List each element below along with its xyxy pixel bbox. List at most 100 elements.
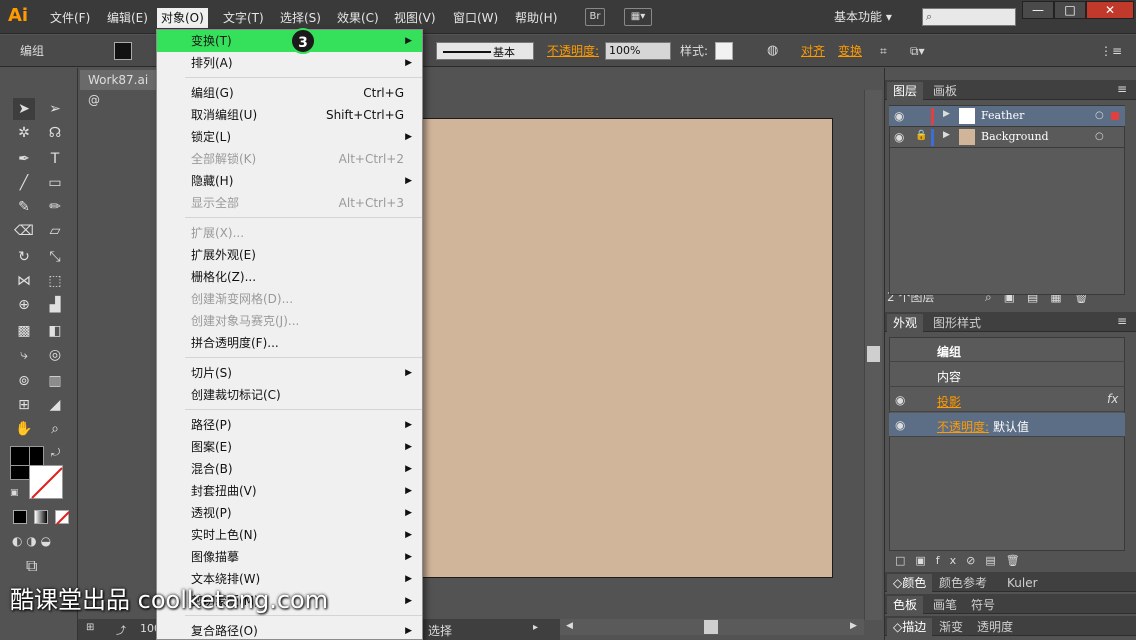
hand-tool-icon[interactable]: ✋ [13,418,35,440]
menu-item[interactable]: 创建渐变网格(D)... [157,288,422,310]
share-icon[interactable]: ⤴ [116,622,126,637]
menu-item[interactable]: 实时上色(N) ▶ [157,524,422,546]
swap-colors-icon[interactable]: ⤾ [51,446,60,460]
tab-appearance[interactable]: 外观 [887,314,924,332]
vertical-scrollbar[interactable] [864,90,882,620]
tab-transparency[interactable]: 透明度 [971,618,1019,636]
layer-row[interactable]: ◉ 🔒 ▶ Background ○ [889,127,1125,148]
layer-name[interactable]: Feather [981,109,1024,122]
mesh-tool-icon[interactable]: ▩ [13,320,35,342]
style-swatch[interactable] [715,42,733,60]
menu-item[interactable]: 拼合透明度(F)... [157,332,422,354]
vertical-scroll-thumb[interactable] [867,346,880,362]
workspace-switcher[interactable]: 基本功能 ▾ [834,8,892,26]
menu-item[interactable]: 复合路径(O) ▶ [157,620,422,639]
close-button[interactable]: ✕ [1086,1,1134,19]
eye-icon[interactable]: ◉ [894,109,904,123]
eye-icon[interactable]: ◉ [895,393,905,407]
arrange-documents-icon[interactable]: ▦▾ [624,8,652,26]
menu-item[interactable]: 编组(G) Ctrl+G [157,82,422,104]
menu-item[interactable]: 隐藏(H) ▶ [157,170,422,192]
tab-layers[interactable]: 图层 [887,82,924,100]
transform-link[interactable]: 变换 [838,43,862,59]
target-icon[interactable]: ○ [1095,110,1104,121]
menu-edit[interactable]: 编辑(E) [103,8,152,28]
zoom-tool-icon[interactable]: ⌕ [44,418,66,440]
shape-builder-tool-icon[interactable]: ⊕ [13,294,35,316]
draw-modes-icon[interactable]: ◐ ◑ ◒ [12,534,51,548]
menu-item[interactable]: 封套扭曲(V) ▶ [157,480,422,502]
horizontal-scrollbar[interactable]: ◀ ▶ [560,619,864,635]
menu-view[interactable]: 视图(V) [390,8,440,28]
width-tool-icon[interactable]: ⋈ [13,270,35,292]
menu-item[interactable]: 混合(B) ▶ [157,458,422,480]
paintbrush-tool-icon[interactable]: ✎ [13,196,35,218]
bridge-button[interactable]: Br [585,8,605,26]
tab-artboards[interactable]: 画板 [927,82,963,100]
pencil-tool-icon[interactable]: ✏ [44,196,66,218]
menu-help[interactable]: 帮助(H) [511,8,561,28]
menu-item[interactable]: 取消编组(U) Shift+Ctrl+G [157,104,422,126]
selection-tool-icon[interactable]: ➤ [13,98,35,120]
document-tab[interactable]: Work87.ai @ [80,70,160,107]
stroke-profile-dropdown[interactable]: 基本 [436,42,534,60]
menu-effect[interactable]: 效果(C) [333,8,383,28]
magic-wand-tool-icon[interactable]: ✲ [13,122,35,144]
screen-mode-icon[interactable]: ⧉ [26,556,37,576]
eyedropper-tool-icon[interactable]: ⤷ [13,344,35,366]
tab-color-guide[interactable]: 颜色参考 [933,574,993,592]
menu-item[interactable]: 透视(P) ▶ [157,502,422,524]
column-graph-tool-icon[interactable]: ▥ [44,370,66,392]
scroll-right-icon[interactable]: ▶ [850,621,857,631]
tab-symbols[interactable]: 符号 [965,596,1001,614]
opacity-link[interactable]: 不透明度: [937,418,989,435]
menu-item[interactable]: 扩展外观(E) [157,244,422,266]
blend-tool-icon[interactable]: ◎ [44,344,66,366]
opacity-input[interactable]: 100% [605,42,671,60]
perspective-grid-tool-icon[interactable]: ▟ [44,294,66,316]
menu-item[interactable]: 全部解锁(K) Alt+Ctrl+2 [157,148,422,170]
layers-menu-icon[interactable]: ≡ [1117,82,1127,96]
maximize-button[interactable]: □ [1054,1,1086,19]
direct-selection-tool-icon[interactable]: ➢ [44,98,66,120]
tab-brushes[interactable]: 画笔 [927,596,963,614]
target-icon[interactable]: ○ [1095,131,1104,142]
stroke-color-swatch[interactable] [29,465,63,499]
arrange-icon[interactable]: ⧉▾ [910,43,925,59]
search-input[interactable]: ⌕ [922,8,1016,26]
isolate-group-icon[interactable]: ⌗ [880,43,887,59]
artboard-tool-icon[interactable]: ⊞ [13,394,35,416]
menu-item[interactable]: 创建对象马赛克(J)... [157,310,422,332]
color-mode-icon[interactable] [13,510,27,524]
appearance-footer-icons[interactable]: □▣fx⊘▤🗑 [895,554,1030,567]
appearance-menu-icon[interactable]: ≡ [1117,314,1127,328]
appearance-shadow-row[interactable]: ◉ 投影 fx [889,388,1125,412]
panel-menu-icon[interactable]: ⋮≡ [1100,43,1122,59]
horizontal-scroll-thumb[interactable] [704,620,718,634]
menu-type[interactable]: 文字(T) [219,8,268,28]
layer-row[interactable]: ◉ ▶ Feather ○ [889,106,1125,127]
line-tool-icon[interactable]: ╱ [13,172,35,194]
shadow-effect-link[interactable]: 投影 [937,393,961,410]
layer-name[interactable]: Background [981,130,1049,143]
menu-item[interactable]: 图案(E) ▶ [157,436,422,458]
menu-file[interactable]: 文件(F) [46,8,94,28]
zoom-icon[interactable]: ⊞ [86,622,94,633]
opacity-link[interactable]: 不透明度: [547,43,599,59]
free-transform-tool-icon[interactable]: ⬚ [44,270,66,292]
minimize-button[interactable]: — [1022,1,1054,19]
gradient-tool-icon[interactable]: ◧ [44,320,66,342]
fill-swatch[interactable] [114,42,132,60]
tab-stroke[interactable]: ◇描边 [887,618,933,636]
lock-icon[interactable]: 🔒 [915,130,927,141]
appearance-content-row[interactable]: 内容 [889,363,1125,387]
menu-item[interactable]: 扩展(X)... [157,222,422,244]
menu-object[interactable]: 对象(O) [157,8,208,28]
scroll-left-icon[interactable]: ◀ [566,621,573,631]
gradient-mode-icon[interactable] [34,510,48,524]
pen-tool-icon[interactable]: ✒ [13,148,35,170]
expand-triangle-icon[interactable]: ▶ [943,109,950,119]
appearance-opacity-row[interactable]: ◉ 不透明度: 默认值 [889,413,1125,437]
recolor-icon[interactable]: ◍ [767,43,778,59]
menu-item[interactable]: 创建裁切标记(C) [157,384,422,406]
